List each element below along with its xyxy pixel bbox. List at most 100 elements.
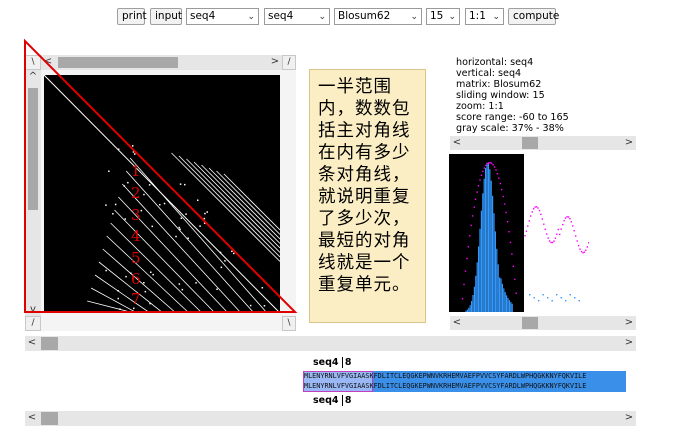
scroll-right-icon[interactable]: >: [624, 411, 634, 424]
dotplot-dot: [179, 228, 181, 231]
dotplot-dot: [108, 170, 110, 172]
annotation-line: 在内有多少: [318, 143, 411, 163]
histogram-curve-dot: [577, 244, 580, 247]
vertical-seq-select[interactable]: seq4 ⌄: [264, 8, 330, 25]
diagonal-number-3: 3: [131, 206, 141, 224]
dotplot-dot: [140, 209, 143, 212]
histogram-curve-dot: [485, 164, 487, 167]
histogram-curve-dot: [580, 250, 583, 253]
histogram-curve-dot: [506, 221, 509, 223]
histogram-tail-dot: [529, 294, 531, 296]
scroll-right-icon[interactable]: >: [624, 136, 634, 149]
diagonal-number-7: 7: [131, 290, 141, 308]
dotplot-dot: [132, 151, 135, 153]
histogram-curve-dot: [534, 206, 536, 208]
histogram-curve-dot: [567, 216, 570, 218]
dotplot-vertical-scrollbar[interactable]: ^ v: [25, 70, 41, 316]
dotplot-dot: [150, 271, 152, 273]
histogram-curve-dot: [553, 240, 555, 242]
histogram-curve-dot: [499, 182, 501, 185]
print-button[interactable]: print: [117, 8, 147, 25]
histogram-curve-dot: [533, 208, 535, 210]
scrollbar-thumb[interactable]: [41, 412, 58, 425]
diagonal-number-5: 5: [131, 249, 141, 267]
histogram-curve-dot: [467, 246, 470, 248]
histogram-tail-dot: [538, 300, 540, 302]
dotplot-dot: [179, 183, 182, 185]
horizontal-seq-select[interactable]: seq4 ⌄: [186, 8, 259, 25]
dotplot-dot: [220, 266, 223, 269]
annotation-line: 内，数数包: [318, 99, 411, 119]
window-select[interactable]: 15 ⌄: [426, 8, 460, 25]
histogram-curve-dot: [588, 242, 589, 244]
histogram-curve-dot: [464, 270, 467, 272]
histogram-curve-dot: [546, 233, 548, 235]
corner-button-bottom-right[interactable]: \: [282, 316, 296, 331]
matrix-select[interactable]: Blosum62 ⌄: [334, 8, 422, 25]
histogram-tail-dot: [578, 300, 580, 302]
dotplot-dot: [117, 290, 119, 292]
dotplot-dot: [105, 204, 107, 206]
info-panel: horizontal: seq4 vertical: seq4 matrix: …: [456, 57, 636, 134]
scrollbar-thumb[interactable]: [522, 317, 538, 329]
chevron-down-icon: ⌄: [492, 12, 500, 22]
histogram-curve-dot: [495, 169, 497, 171]
corner-button-top-left[interactable]: \: [25, 55, 41, 70]
histogram-curve-dot: [470, 224, 472, 227]
histogram-curve-dot: [525, 230, 528, 232]
histogram-bar: [507, 298, 509, 312]
histogram-curve-dot: [559, 233, 561, 236]
alignment-block[interactable]: MLENYRNLVFVGIAASKFDLITCLEQGKEPWNVKRHEMVA…: [303, 371, 626, 392]
histogram-bar: [501, 283, 503, 312]
input-button[interactable]: input: [150, 8, 182, 25]
histogram-curve-dot: [572, 225, 574, 227]
histogram-bar: [487, 163, 489, 312]
histogram-curve-dot: [570, 221, 572, 223]
scroll-up-icon[interactable]: ^: [27, 70, 39, 83]
dotplot-dot: [233, 252, 235, 255]
dotplot-dot: [219, 251, 222, 254]
score-histogram[interactable]: [449, 154, 589, 312]
dotplot-canvas[interactable]: [44, 75, 280, 313]
corner-button-top-right[interactable]: /: [282, 55, 296, 70]
scroll-left-icon[interactable]: <: [27, 411, 37, 424]
histogram-bar: [485, 168, 487, 312]
compute-button[interactable]: compute: [508, 8, 559, 25]
zoom-select[interactable]: 1:1 ⌄: [465, 8, 504, 25]
scroll-left-icon[interactable]: <: [43, 55, 53, 68]
histogram-tail-dot: [565, 300, 567, 302]
histogram-curve-dot: [527, 225, 529, 227]
dotplot-dot: [149, 302, 151, 305]
scroll-right-icon[interactable]: >: [624, 336, 634, 349]
diagonal-number-4: 4: [131, 227, 141, 245]
scroll-right-icon[interactable]: >: [270, 55, 280, 68]
histogram-curve-dot: [548, 240, 551, 242]
corner-button-bottom-left[interactable]: /: [25, 316, 41, 331]
histogram-bar: [482, 193, 484, 312]
scroll-right-icon[interactable]: >: [624, 316, 634, 329]
scroll-left-icon[interactable]: <: [452, 316, 462, 329]
histogram-bar: [503, 288, 505, 312]
histogram-bottom-scrollbar[interactable]: < >: [450, 316, 636, 330]
scroll-left-icon[interactable]: <: [27, 336, 37, 349]
histogram-top-scrollbar[interactable]: < >: [450, 136, 636, 150]
histogram-bar: [489, 169, 491, 312]
dotplot-horizontal-scrollbar[interactable]: < >: [41, 55, 282, 70]
scrollbar-thumb[interactable]: [41, 337, 58, 350]
histogram-curve-dot: [575, 235, 577, 237]
scrollbar-thumb[interactable]: [28, 88, 38, 210]
histogram-curve-dot: [582, 252, 584, 254]
horizontal-seq-value: seq4: [190, 10, 216, 22]
dotplot-dot: [112, 213, 114, 215]
annotation-note: 一半范围 内，数数包 括主对角线 在内有多少 条对角线， 就说明重复 了多少次， 最短的对角线…: [309, 69, 426, 323]
scrollbar-thumb[interactable]: [58, 57, 178, 68]
dotplot-dot: [204, 212, 206, 215]
main-horizontal-scrollbar[interactable]: < >: [25, 336, 636, 351]
scroll-left-icon[interactable]: <: [452, 136, 462, 149]
scroll-down-icon[interactable]: v: [27, 303, 39, 316]
alignment-horizontal-scrollbar[interactable]: < >: [25, 411, 636, 426]
histogram-bar: [493, 213, 495, 312]
dotplot-dot: [163, 202, 166, 205]
histogram-tail-dot: [542, 294, 544, 296]
scrollbar-thumb[interactable]: [522, 137, 538, 149]
